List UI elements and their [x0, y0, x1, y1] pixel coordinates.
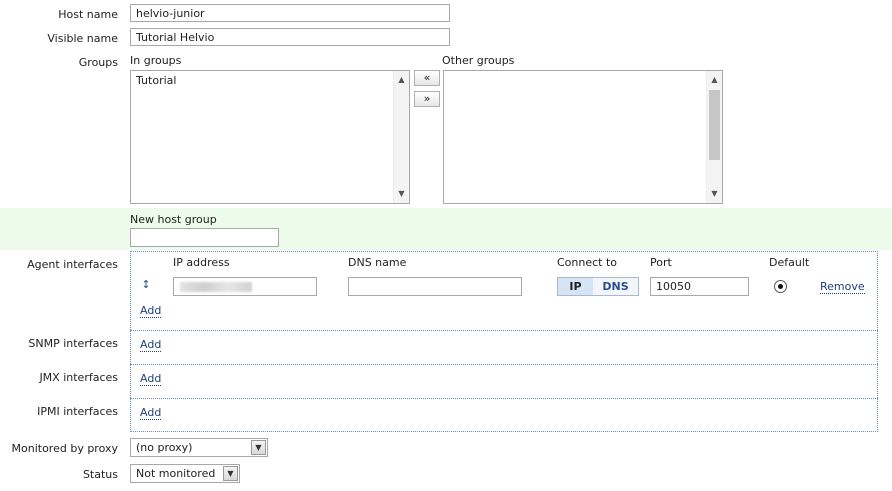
proxy-select[interactable]: (no proxy) ▼: [130, 438, 268, 457]
new-group-input[interactable]: [130, 228, 279, 247]
other-groups-scrollbar[interactable]: ▲ ▼: [706, 71, 722, 203]
status-select-value: Not monitored: [136, 467, 216, 480]
other-groups-list[interactable]: ▲ ▼: [443, 70, 723, 204]
chevron-down-icon[interactable]: ▼: [251, 440, 266, 455]
snmp-interfaces-label: SNMP interfaces: [28, 337, 118, 350]
status-label: Status: [82, 468, 118, 481]
scroll-up-icon[interactable]: ▲: [707, 73, 722, 87]
radio-selected-icon[interactable]: [774, 280, 787, 293]
host-name-label: Host name: [58, 8, 118, 21]
add-ipmi-interface-link[interactable]: Add: [140, 407, 162, 420]
dns-name-header: DNS name: [348, 256, 407, 269]
visible-name-input[interactable]: [130, 28, 450, 46]
chevron-down-icon[interactable]: ▼: [223, 466, 238, 481]
default-header: Default: [769, 256, 810, 269]
connect-dns-button[interactable]: DNS: [593, 277, 639, 296]
jmx-interfaces-box: [130, 364, 878, 398]
host-name-input[interactable]: [130, 4, 450, 22]
drag-handle-icon[interactable]: ↕: [141, 278, 151, 292]
proxy-select-value: (no proxy): [136, 441, 193, 454]
dns-name-input[interactable]: [348, 277, 522, 296]
add-jmx-interface-link[interactable]: Add: [140, 373, 162, 386]
groups-label: Groups: [78, 56, 118, 69]
in-groups-list[interactable]: Tutorial ▲ ▼: [130, 70, 410, 204]
move-right-button[interactable]: »: [414, 91, 440, 107]
visible-name-label: Visible name: [47, 32, 118, 45]
agent-interfaces-label: Agent interfaces: [27, 258, 118, 271]
proxy-label: Monitored by proxy: [11, 442, 118, 455]
in-groups-scrollbar[interactable]: ▲ ▼: [393, 71, 409, 203]
move-left-button[interactable]: «: [414, 70, 440, 86]
scroll-up-icon[interactable]: ▲: [394, 73, 409, 87]
connect-to-header: Connect to: [557, 256, 618, 269]
in-groups-header: In groups: [130, 54, 182, 67]
ipmi-interfaces-box: [130, 398, 878, 432]
add-agent-interface-link[interactable]: Add: [140, 305, 162, 318]
port-input[interactable]: [650, 277, 749, 296]
ip-address-field[interactable]: [173, 277, 317, 296]
list-item[interactable]: Tutorial: [136, 74, 176, 87]
add-snmp-interface-link[interactable]: Add: [140, 339, 162, 352]
scroll-down-icon[interactable]: ▼: [394, 187, 409, 201]
jmx-interfaces-label: JMX interfaces: [39, 371, 118, 384]
snmp-interfaces-box: [130, 330, 878, 364]
remove-interface-link[interactable]: Remove: [820, 281, 865, 294]
port-header: Port: [650, 256, 672, 269]
ip-address-blurred: [180, 282, 252, 292]
other-groups-header: Other groups: [442, 54, 515, 67]
new-group-label: New host group: [130, 213, 217, 226]
ipmi-interfaces-label: IPMI interfaces: [37, 405, 118, 418]
ip-address-header: IP address: [173, 256, 230, 269]
scroll-down-icon[interactable]: ▼: [707, 187, 722, 201]
scroll-thumb[interactable]: [709, 90, 720, 160]
status-select[interactable]: Not monitored ▼: [130, 464, 240, 483]
connect-ip-button[interactable]: IP: [557, 277, 594, 296]
radio-dot: [778, 284, 783, 289]
